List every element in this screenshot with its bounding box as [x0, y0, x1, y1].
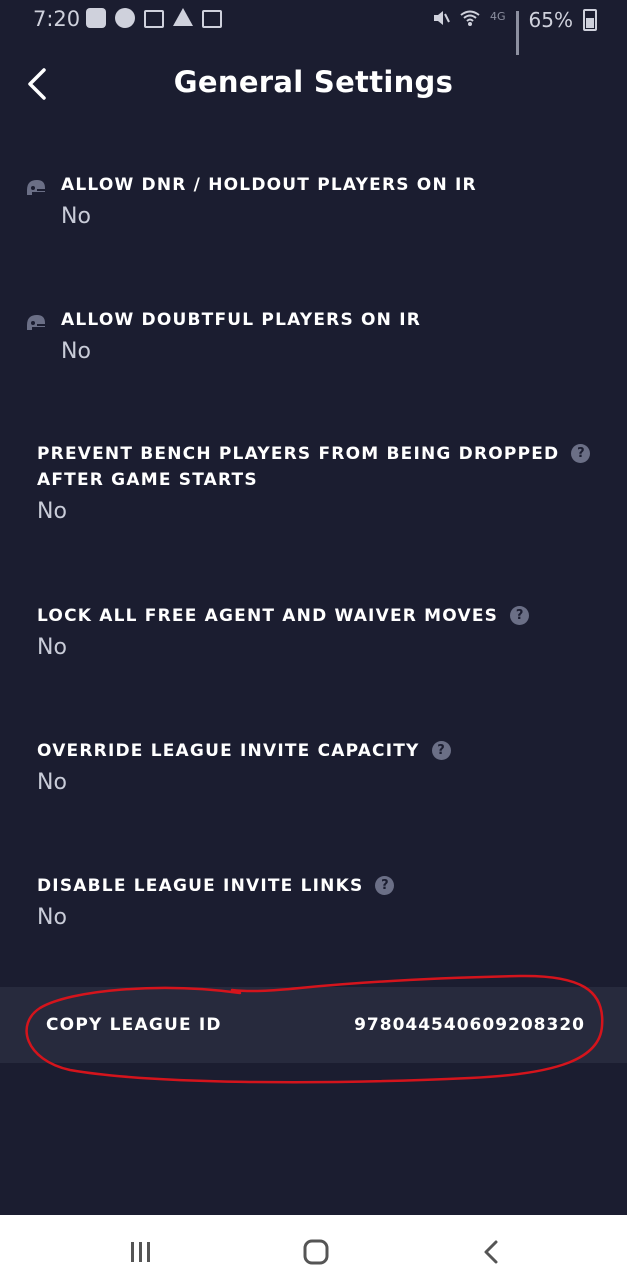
header: General Settings	[0, 55, 627, 115]
setting-title: DISABLE LEAGUE INVITE LINKS	[37, 876, 364, 896]
copy-league-id-label: COPY LEAGUE ID	[46, 1015, 222, 1035]
cast-icon	[202, 10, 222, 28]
setting-title: OVERRIDE LEAGUE INVITE CAPACITY	[37, 741, 420, 761]
copy-league-id-button[interactable]: COPY LEAGUE ID 978044540609208320	[0, 987, 627, 1063]
help-icon[interactable]: ?	[431, 741, 451, 760]
setting-value: No	[61, 204, 91, 229]
setting-title: ALLOW DOUBTFUL PLAYERS ON IR	[61, 310, 422, 330]
setting-value: No	[37, 770, 67, 795]
system-back-button[interactable]	[472, 1237, 512, 1267]
setting-value: No	[37, 905, 67, 930]
help-icon[interactable]: ?	[571, 444, 591, 463]
signal-icon	[515, 11, 519, 55]
status-bar: 7:20 4G 65%	[0, 0, 627, 55]
helmet-icon	[27, 180, 46, 195]
battery-percent: 65%	[528, 8, 573, 32]
recents-icon	[131, 1242, 150, 1262]
recents-button[interactable]	[121, 1237, 161, 1267]
setting-value: No	[61, 339, 91, 364]
mute-icon	[432, 8, 450, 32]
setting-title: ALLOW DNR / HOLDOUT PLAYERS ON IR	[61, 175, 477, 195]
setting-lock-free-agent-moves[interactable]: LOCK ALL FREE AGENT AND WAIVER MOVES? No	[0, 603, 627, 660]
setting-value: No	[37, 499, 67, 524]
setting-title-line1: PREVENT BENCH PLAYERS FROM BEING DROPPED	[37, 444, 560, 464]
setting-value: No	[37, 635, 67, 660]
setting-override-invite-capacity[interactable]: OVERRIDE LEAGUE INVITE CAPACITY? No	[0, 738, 627, 795]
help-icon[interactable]: ?	[510, 606, 530, 625]
league-id-value: 978044540609208320	[354, 1015, 585, 1035]
home-icon	[303, 1239, 329, 1265]
system-nav-bar	[0, 1215, 627, 1288]
nfc-icon	[115, 8, 135, 28]
setting-title-line2: AFTER GAME STARTS	[37, 470, 258, 490]
setting-title: LOCK ALL FREE AGENT AND WAIVER MOVES	[37, 606, 499, 626]
setting-allow-doubtful-on-ir[interactable]: ALLOW DOUBTFUL PLAYERS ON IR No	[0, 307, 627, 364]
network-label: 4G	[490, 9, 506, 23]
page-title: General Settings	[173, 65, 454, 99]
help-icon[interactable]: ?	[375, 876, 395, 895]
mail-icon	[144, 10, 164, 28]
setting-allow-dnr-holdout-on-ir[interactable]: ALLOW DNR / HOLDOUT PLAYERS ON IR No	[0, 172, 627, 229]
messenger-icon	[86, 8, 106, 28]
home-button[interactable]	[296, 1237, 336, 1267]
back-icon	[484, 1240, 498, 1264]
alert-icon	[173, 8, 193, 26]
setting-prevent-bench-drop[interactable]: PREVENT BENCH PLAYERS FROM BEING DROPPED…	[0, 441, 627, 524]
battery-icon	[583, 9, 597, 31]
helmet-icon	[27, 315, 46, 330]
wifi-icon	[460, 8, 480, 32]
status-time: 7:20	[33, 7, 81, 31]
setting-disable-invite-links[interactable]: DISABLE LEAGUE INVITE LINKS? No	[0, 873, 627, 930]
